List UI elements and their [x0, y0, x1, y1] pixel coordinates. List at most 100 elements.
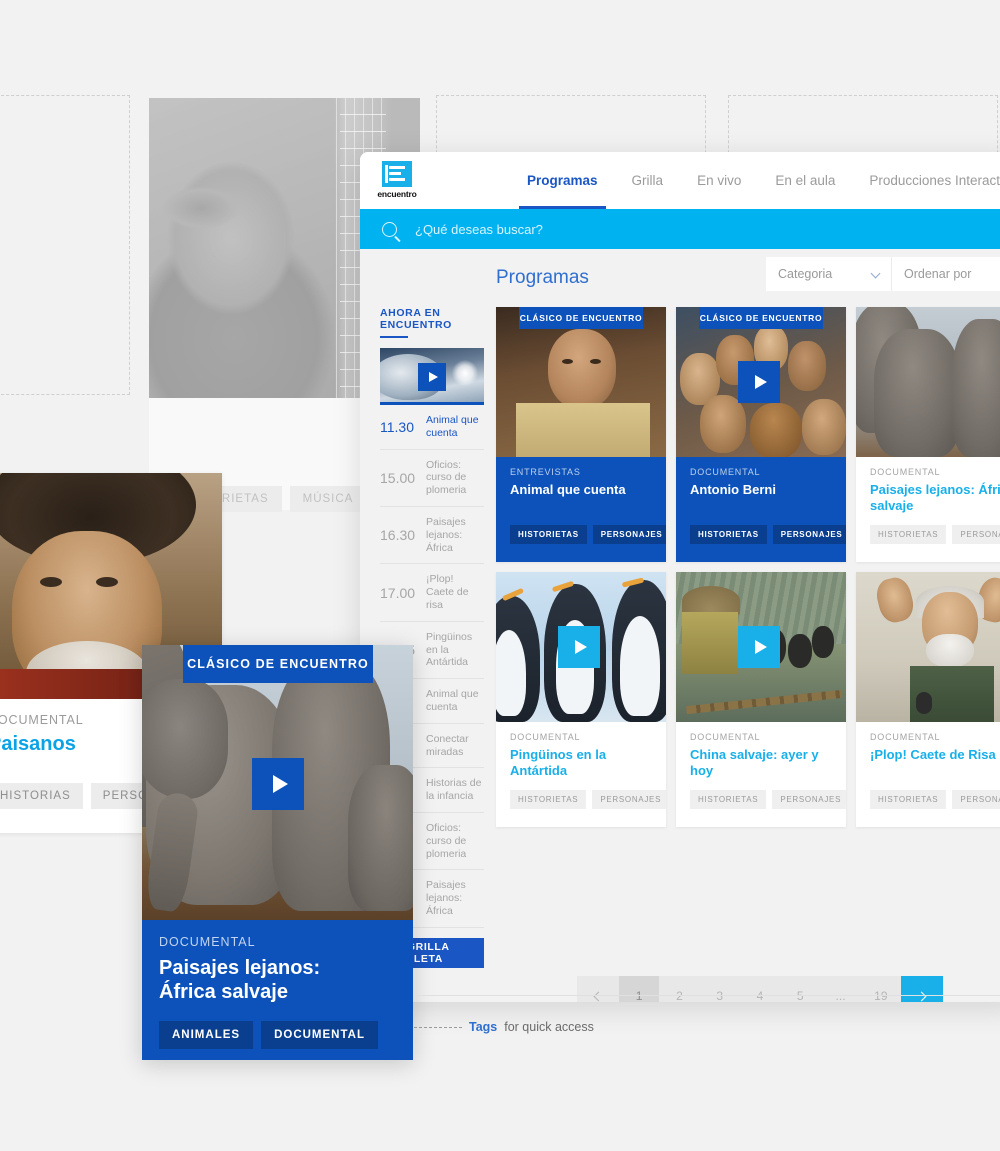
- footer-divider: [414, 995, 1000, 996]
- program-meta: DOCUMENTAL ¡Plop! Caete de Risa: [870, 732, 1000, 763]
- schedule-item[interactable]: 15.00 Oficios: curso de plomeria: [380, 450, 484, 507]
- tag[interactable]: ANIMALES: [159, 1021, 254, 1049]
- nav-item-programas[interactable]: Programas: [510, 152, 615, 209]
- program-category: DOCUMENTAL: [690, 467, 761, 477]
- schedule-time: 15.00: [380, 469, 416, 486]
- category-select-label: Categoria: [778, 267, 833, 281]
- program-category: DOCUMENTAL: [510, 732, 581, 742]
- play-icon[interactable]: [738, 626, 780, 668]
- tag[interactable]: PERSONAJES: [592, 525, 666, 544]
- schedule-live-thumbnail[interactable]: [380, 348, 484, 405]
- tag[interactable]: MÚSICA: [289, 486, 367, 512]
- sort-select[interactable]: Ordenar por: [892, 257, 1000, 291]
- schedule-item[interactable]: 17.00 ¡Plop! Caete de risa: [380, 564, 484, 622]
- program-tags: HISTORIETAS PERSONAJES: [870, 790, 1000, 809]
- search-icon: [382, 221, 397, 237]
- program-card[interactable]: DOCUMENTAL Paisajes lejanos: África salv…: [856, 307, 1000, 562]
- schedule-name: Paisajes lejanos: África: [426, 879, 466, 917]
- program-card[interactable]: CLÁSICO DE ENCUENTRO ENTREVISTAS Animal …: [496, 307, 666, 562]
- category-select[interactable]: Categoria: [766, 257, 892, 291]
- program-thumbnail[interactable]: CLÁSICO DE ENCUENTRO: [496, 307, 666, 457]
- tag[interactable]: DOCUMENTAL: [261, 1021, 378, 1049]
- search-bar[interactable]: ¿Qué deseas buscar?: [360, 209, 1000, 249]
- tag[interactable]: HISTORIETAS: [510, 790, 587, 809]
- paisanos-meta: DOCUMENTAL Paisanos: [0, 713, 84, 756]
- pagination-page-1[interactable]: 1: [619, 976, 660, 1002]
- pagination-prev[interactable]: [577, 976, 619, 1002]
- nav-item-en-vivo[interactable]: En vivo: [680, 152, 758, 209]
- program-category: ENTREVISTAS: [510, 467, 581, 477]
- program-meta: DOCUMENTAL China salvaje: ayer y hoy: [690, 732, 836, 780]
- pagination-next[interactable]: [900, 976, 943, 1002]
- program-card[interactable]: DOCUMENTAL China salvaje: ayer y hoy HIS…: [676, 572, 846, 827]
- classic-badge: CLÁSICO DE ENCUENTRO: [183, 645, 373, 683]
- pagination-page-19[interactable]: 19: [861, 976, 901, 1002]
- pagination-page-5[interactable]: 5: [780, 976, 820, 1002]
- tag[interactable]: PERSONAJES: [772, 790, 846, 809]
- program-thumbnail[interactable]: [496, 572, 666, 722]
- tag[interactable]: PERSONAJES: [952, 790, 1000, 809]
- pagination-page-3[interactable]: 3: [700, 976, 740, 1002]
- tag[interactable]: HISTORIETAS: [870, 525, 947, 544]
- program-title: China salvaje: ayer y hoy: [690, 747, 819, 779]
- page-title: Programas: [496, 267, 589, 288]
- program-tags: HISTORIETAS PERSONAJES: [690, 790, 846, 809]
- nav-item-producciones-interactivas[interactable]: Producciones Interactivas: [852, 152, 1000, 209]
- schedule-name: ¡Plop! Caete de risa: [426, 573, 469, 611]
- sort-select-label: Ordenar por: [904, 267, 972, 281]
- tag[interactable]: PERSONAJES: [772, 525, 846, 544]
- tag[interactable]: PERSONAJES: [592, 790, 666, 809]
- schedule-name: Animal que cuenta: [426, 414, 479, 439]
- pagination-page-2[interactable]: 2: [659, 976, 699, 1002]
- annotation-text: for quick access: [504, 1020, 594, 1034]
- program-meta: DOCUMENTAL Pingüinos en la Antártida: [510, 732, 656, 780]
- tag[interactable]: HISTORIETAS: [510, 525, 587, 544]
- tag[interactable]: HISTORIETAS: [870, 790, 947, 809]
- program-category: DOCUMENTAL: [870, 732, 941, 742]
- program-card[interactable]: DOCUMENTAL ¡Plop! Caete de Risa HISTORIE…: [856, 572, 1000, 827]
- schedule-item[interactable]: 11.30 Animal que cuenta: [380, 405, 484, 450]
- classic-badge: CLÁSICO DE ENCUENTRO: [699, 307, 823, 329]
- program-title: Antonio Berni: [690, 482, 776, 497]
- tag[interactable]: HISTORIETAS: [690, 525, 767, 544]
- nav-item-grilla[interactable]: Grilla: [615, 152, 681, 209]
- filter-bar: Categoria Ordenar por: [766, 257, 1000, 291]
- play-icon[interactable]: [418, 363, 446, 391]
- elefantes-title: Paisajes lejanos: África salvaje: [159, 957, 321, 1004]
- program-card[interactable]: CLÁSICO DE ENCUENTRO DOCUMENTAL Antonio …: [676, 307, 846, 562]
- program-card[interactable]: DOCUMENTAL Pingüinos en la Antártida HIS…: [496, 572, 666, 827]
- tag[interactable]: HISTORIETAS: [690, 790, 767, 809]
- foreground-card-elefantes[interactable]: CLÁSICO DE ENCUENTRO DOCUMENTAL Paisajes…: [142, 645, 413, 1060]
- paisanos-category: DOCUMENTAL: [0, 713, 84, 727]
- program-meta: DOCUMENTAL Antonio Berni: [690, 467, 836, 498]
- program-grid: CLÁSICO DE ENCUENTRO ENTREVISTAS Animal …: [496, 307, 1000, 827]
- pagination-page-4[interactable]: 4: [740, 976, 780, 1002]
- top-navigation-bar: encuentro Programas Grilla En vivo En el…: [360, 152, 1000, 209]
- program-tags: HISTORIETAS PERSONAJES: [510, 525, 666, 544]
- program-thumbnail[interactable]: [856, 572, 1000, 722]
- encuentro-logo[interactable]: encuentro: [373, 161, 421, 201]
- page-content: Programas Categoria Ordenar por AHORA EN…: [360, 249, 1000, 1002]
- program-tags: HISTORIETAS PERSONAJES: [870, 525, 1000, 544]
- program-title: Paisajes lejanos: África salvaje: [870, 482, 1000, 514]
- program-meta: ENTREVISTAS Animal que cuenta: [510, 467, 656, 498]
- play-icon[interactable]: [738, 361, 780, 403]
- nav-item-en-el-aula[interactable]: En el aula: [758, 152, 852, 209]
- tag[interactable]: HISTORIAS: [0, 783, 83, 809]
- search-input[interactable]: ¿Qué deseas buscar?: [415, 222, 543, 237]
- program-title: ¡Plop! Caete de Risa: [870, 747, 996, 762]
- layout-guide-left: [0, 95, 130, 395]
- page-header: Programas Categoria Ordenar por: [360, 249, 1000, 311]
- play-icon[interactable]: [558, 626, 600, 668]
- elefantes-meta: DOCUMENTAL Paisajes lejanos: África salv…: [159, 935, 320, 1005]
- play-icon[interactable]: [252, 758, 304, 810]
- schedule-header: AHORA EN ENCUENTRO: [380, 307, 452, 331]
- schedule-item[interactable]: 16.30 Paisajes lejanos: África: [380, 507, 484, 565]
- program-thumbnail[interactable]: CLÁSICO DE ENCUENTRO: [676, 307, 846, 457]
- tag[interactable]: PERSONAJES: [952, 525, 1000, 544]
- program-category: DOCUMENTAL: [690, 732, 761, 742]
- program-thumbnail[interactable]: [676, 572, 846, 722]
- program-thumbnail[interactable]: [856, 307, 1000, 457]
- schedule-time: 16.30: [380, 527, 416, 544]
- logo-mark-icon: [382, 161, 412, 187]
